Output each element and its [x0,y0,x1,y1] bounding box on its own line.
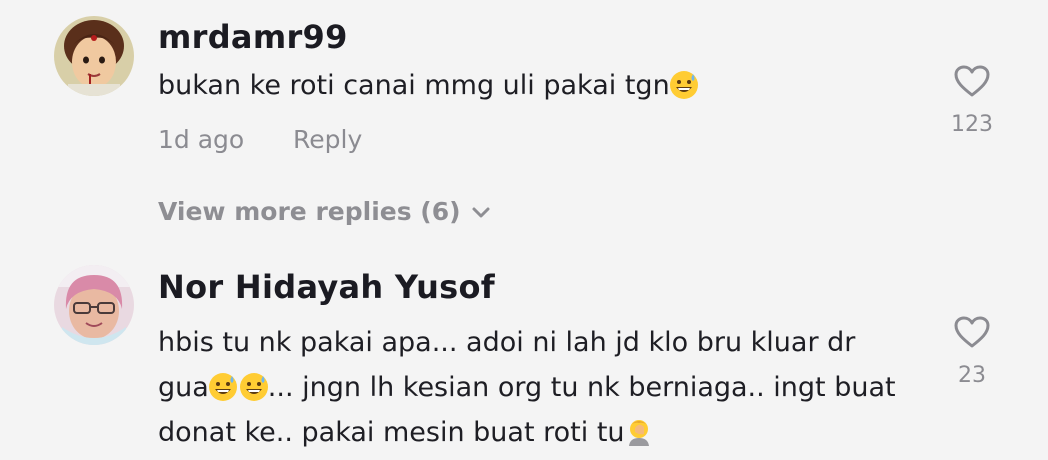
facepalm-emoji-icon [625,418,653,446]
comment-username[interactable]: Nor Hidayah Yusof [158,268,495,306]
comment-timestamp: 1d ago [158,125,245,154]
chevron-down-icon [472,207,490,218]
comment-text: bukan ke roti canai mmg uli pakai tgn [158,70,698,101]
like-count: 123 [951,112,993,137]
comment-text-segment: ... jngn lh kesian org tu nk berniaga.. … [267,372,896,403]
comment-text: hbis tu nk pakai apa... adoi ni lah jd k… [158,320,896,455]
comment-text-content: bukan ke roti canai mmg uli pakai tgn [158,70,670,101]
comment-text-line: hbis tu nk pakai apa... adoi ni lah jd k… [158,327,856,358]
grinning-sweat-emoji-icon [239,373,268,401]
heart-outline-icon [954,65,990,97]
like-button[interactable]: 123 [940,64,1004,137]
comment-text-line: donat ke.. pakai mesin buat roti tu [158,410,896,455]
reply-button[interactable]: Reply [293,125,362,154]
view-more-label: View more replies (6) [158,197,461,226]
grinning-sweat-emoji-icon [208,373,237,401]
grinning-sweat-emoji-icon [669,71,698,99]
comment-username[interactable]: mrdamr99 [158,18,348,56]
comment-text-segment: donat ke.. pakai mesin buat roti tu [158,417,625,448]
heart-outline-icon [954,316,990,348]
like-count: 23 [958,363,986,388]
comment-item: mrdamr99 bukan ke roti canai mmg uli pak… [0,0,1048,240]
like-button[interactable]: 23 [940,315,1004,388]
comment-text-line: gua ... jngn lh kesian org tu nk berniaga… [158,365,896,410]
avatar[interactable] [54,16,134,96]
avatar[interactable] [54,265,134,345]
view-more-replies-button[interactable]: View more replies (6) [158,197,491,226]
comment-item: Nor Hidayah Yusof hbis tu nk pakai apa..… [0,240,1048,460]
comment-text-segment: gua [158,372,209,403]
